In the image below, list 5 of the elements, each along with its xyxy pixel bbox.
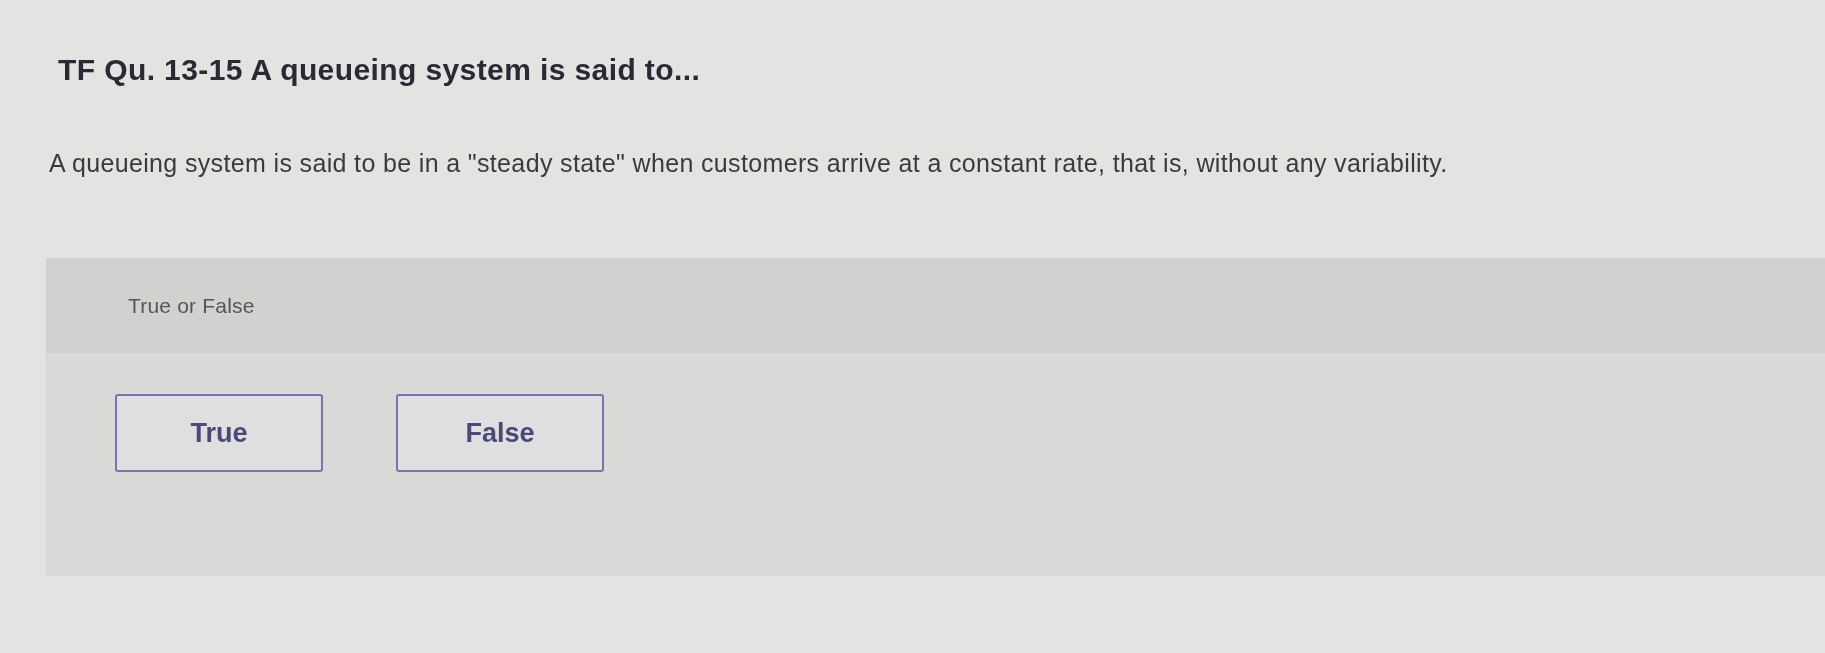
question-title: TF Qu. 13-15 A queueing system is said to... xyxy=(58,52,702,88)
answer-option-button[interactable]: True xyxy=(115,394,323,472)
answer-option-button[interactable]: False xyxy=(396,394,604,472)
answer-prompt: True or False xyxy=(128,292,255,319)
question-text: A queueing system is said to be in a "steady state" when customers arrive at a constant rate, that is, without any variability. xyxy=(49,148,1449,178)
